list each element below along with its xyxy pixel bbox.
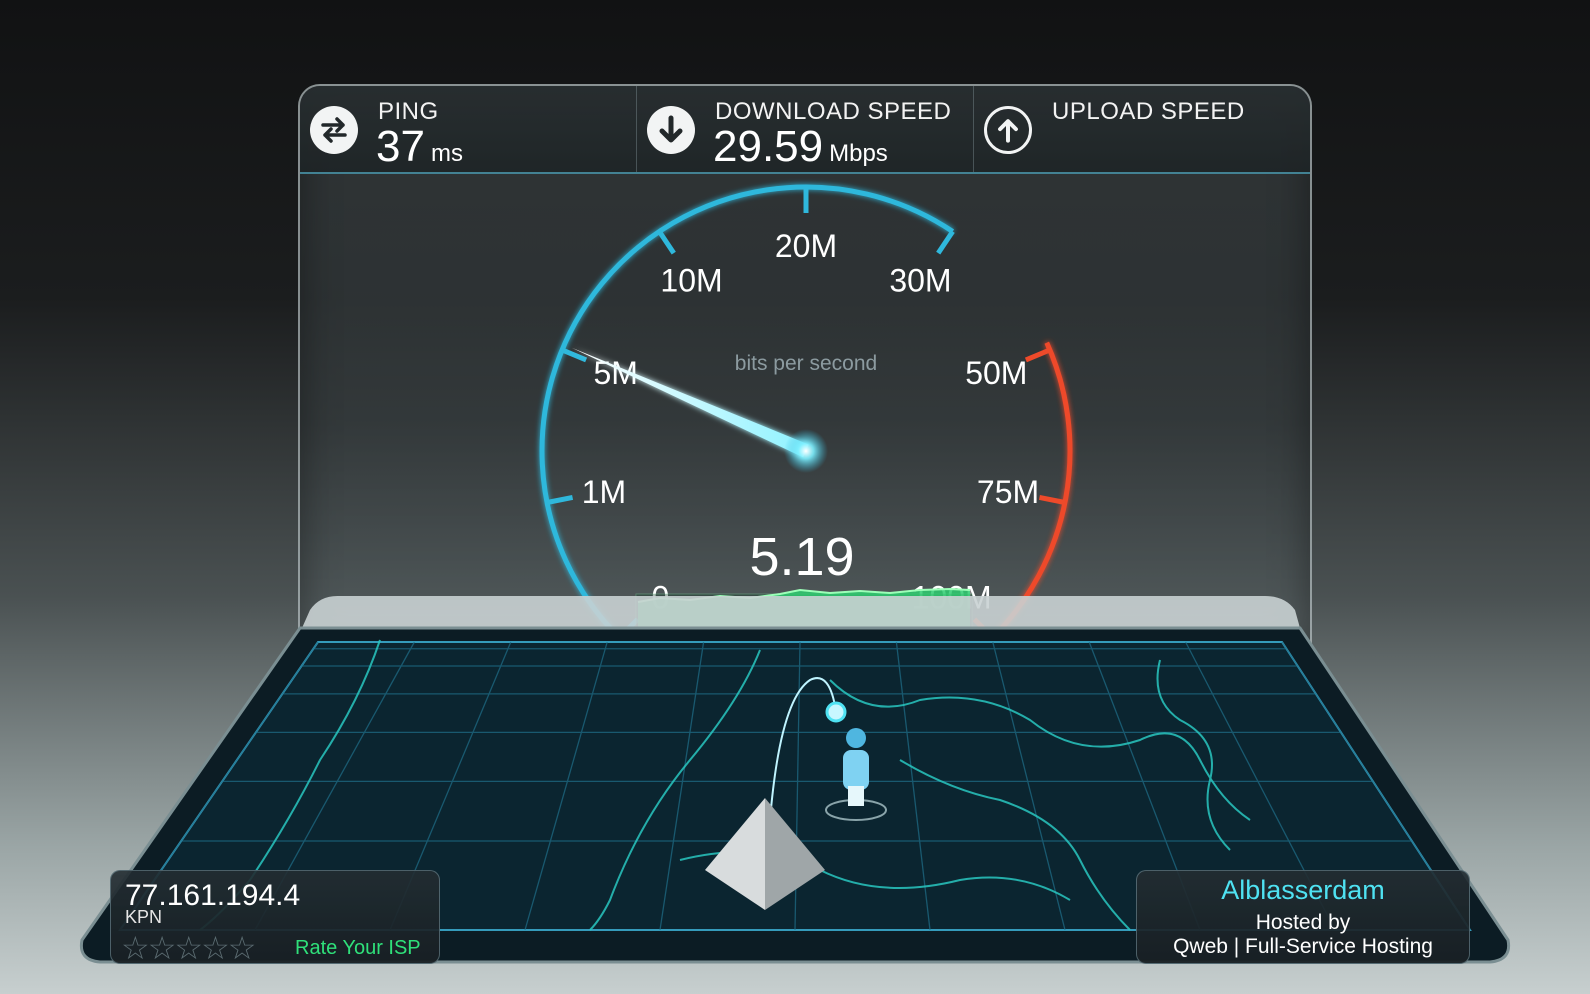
gauge-arc [539,184,955,640]
hosted-by-label: Hosted by [1255,911,1351,934]
server-city: Alblasserdam [1221,875,1385,905]
star-icon[interactable]: ☆ [201,930,230,966]
server-info-panel: Alblasserdam Hosted by Qweb | Full-Servi… [1136,870,1470,964]
gauge-tick [1038,494,1066,505]
server-host[interactable]: Qweb | Full-Service Hosting [1137,935,1469,959]
client-isp: KPN [125,907,163,927]
isp-rating-stars[interactable]: ☆☆☆☆☆ [121,929,257,967]
rate-isp-link[interactable]: Rate Your ISP [295,937,421,960]
gauge-tick-label: 50M [965,355,1027,391]
star-icon[interactable]: ☆ [228,930,257,966]
gauge-tick-label: 30M [889,263,951,299]
gauge-tick-label: 20M [775,228,837,264]
speed-gauge: 01M5M10M20M30M50M75M100M bits per second… [79,184,1511,964]
star-icon[interactable]: ☆ [174,930,203,966]
gauge-tick [546,494,574,505]
gauge-tick-label: 10M [660,263,722,299]
gauge-tick-label: 1M [582,474,626,510]
star-icon[interactable]: ☆ [148,930,177,966]
server-dot [825,701,847,723]
gauge-tick [657,230,676,255]
gauge-hub [784,429,828,473]
current-speed-value: 5.19 [749,527,854,587]
gauge-unit-label: bits per second [735,352,877,375]
gauge-tick [1024,347,1051,363]
gauge-tick [936,230,955,255]
gauge-tick [561,347,588,363]
star-icon[interactable]: ☆ [121,930,150,966]
gauge-tick-label: 75M [977,474,1039,510]
client-info-panel: 77.161.194.4 KPN ☆☆☆☆☆ Rate Your ISP [110,870,440,967]
